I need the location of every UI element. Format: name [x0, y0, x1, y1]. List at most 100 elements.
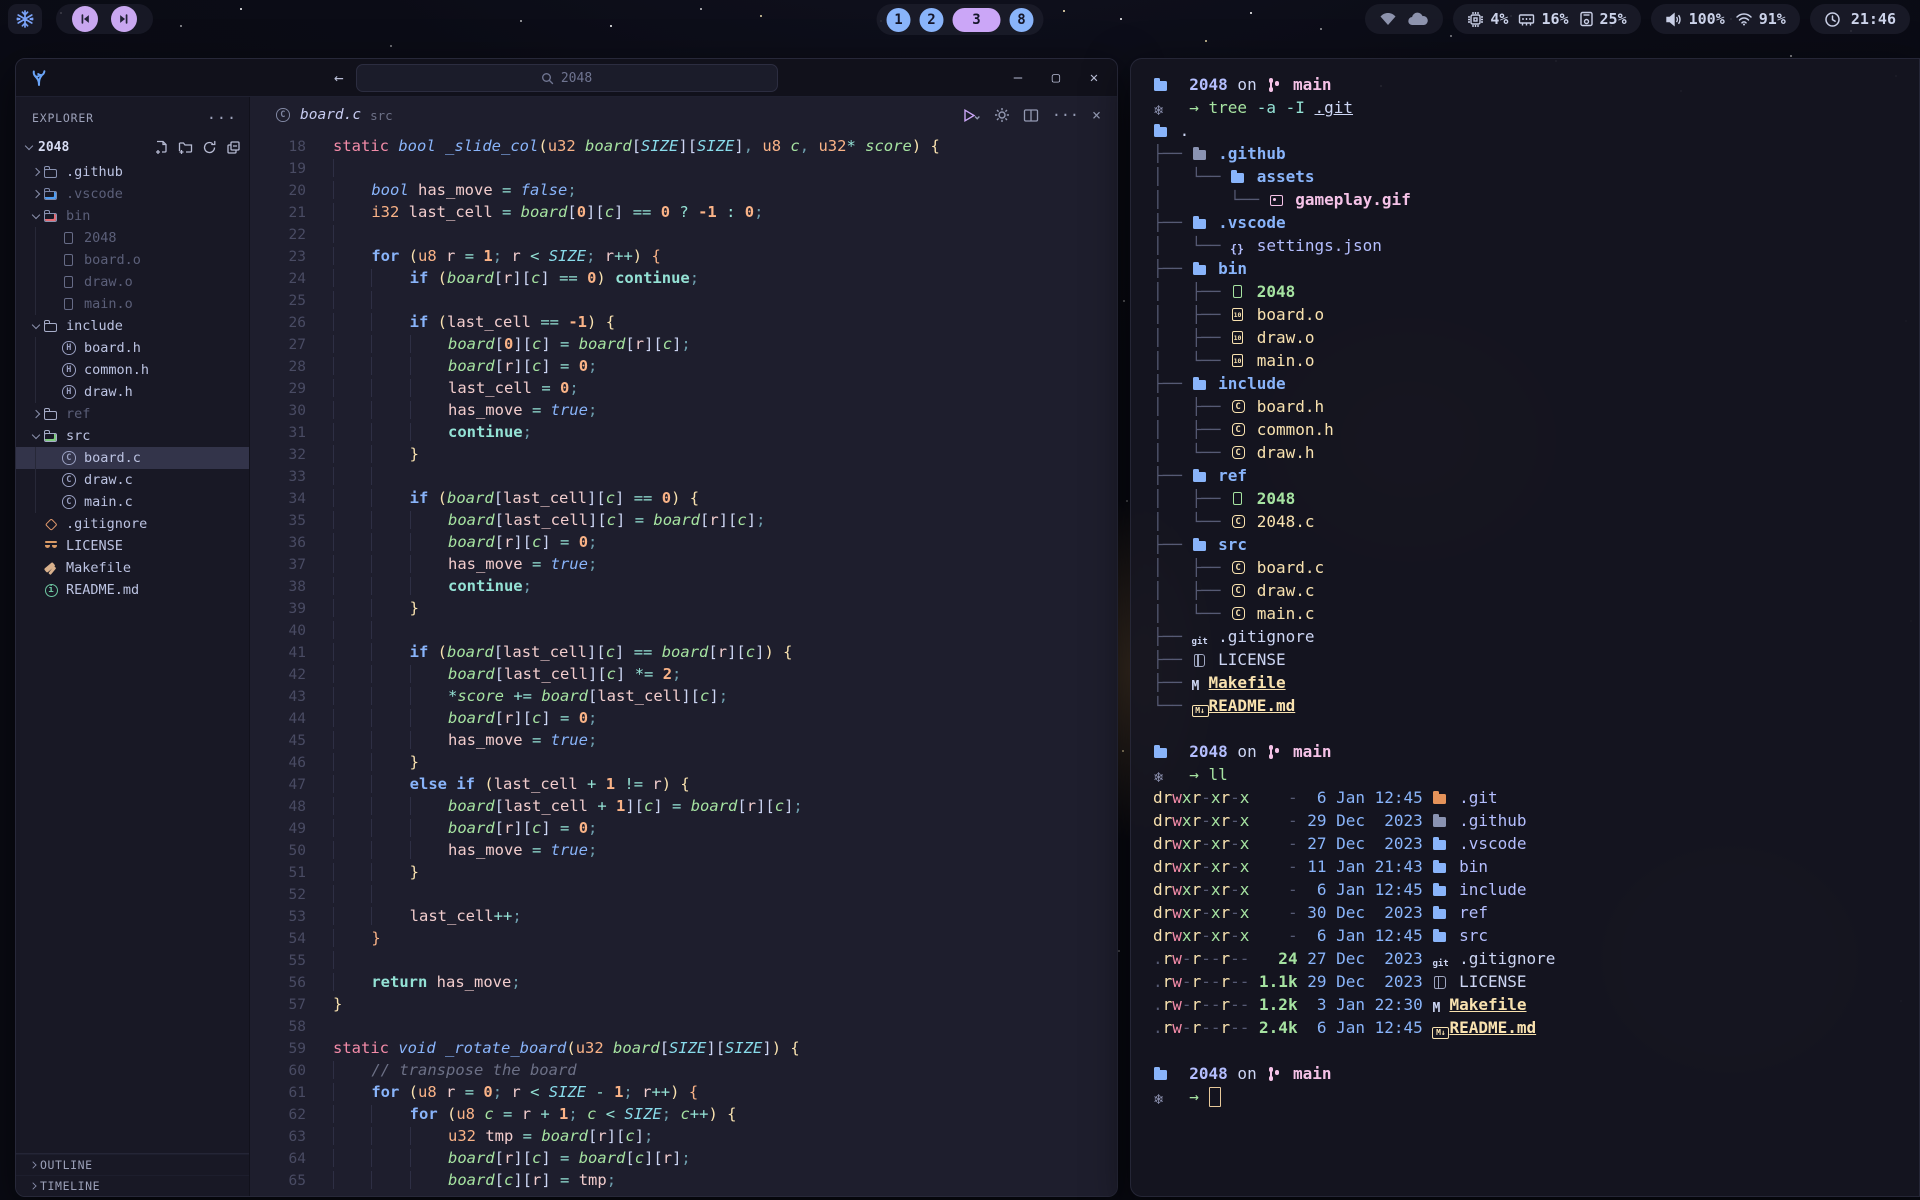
- code-line[interactable]: 27 board[0][c] = board[r][c];: [250, 333, 1117, 355]
- code-line[interactable]: 38 continue;: [250, 575, 1117, 597]
- collapse-all-button[interactable]: [226, 140, 241, 155]
- code-line[interactable]: 56 return has_move;: [250, 971, 1117, 993]
- code-line[interactable]: 60 // transpose the board: [250, 1059, 1117, 1081]
- code-line[interactable]: 64 board[r][c] = board[c][r];: [250, 1147, 1117, 1169]
- code-line[interactable]: 57}: [250, 993, 1117, 1015]
- file-row[interactable]: bin: [16, 205, 249, 227]
- code-line[interactable]: 48 board[last_cell + 1][c] = board[r][c]…: [250, 795, 1117, 817]
- code-area[interactable]: 18static bool _slide_col(u32 board[SIZE]…: [250, 133, 1117, 1196]
- code-line[interactable]: 51 }: [250, 861, 1117, 883]
- media-prev-button[interactable]: [72, 6, 98, 32]
- file-row[interactable]: board.h: [16, 337, 249, 359]
- code-line[interactable]: 22: [250, 223, 1117, 245]
- workspace-button[interactable]: 2: [920, 8, 944, 32]
- code-line[interactable]: 65 board[c][r] = tmp;: [250, 1169, 1117, 1191]
- file-row[interactable]: board.o: [16, 249, 249, 271]
- close-button[interactable]: ✕: [1087, 70, 1101, 86]
- nix-logo-button[interactable]: [8, 4, 42, 34]
- outline-panel-header[interactable]: OUTLINE: [16, 1154, 249, 1175]
- split-editor-button[interactable]: [1023, 108, 1039, 123]
- code-line[interactable]: 62 for (u8 c = r + 1; c < SIZE; c++) {: [250, 1103, 1117, 1125]
- code-line[interactable]: 52: [250, 883, 1117, 905]
- file-row[interactable]: .gitignore: [16, 513, 249, 535]
- code-line[interactable]: 18static bool _slide_col(u32 board[SIZE]…: [250, 135, 1117, 157]
- minimize-button[interactable]: —: [1011, 70, 1025, 86]
- code-line[interactable]: 53 last_cell++;: [250, 905, 1117, 927]
- code-line[interactable]: 50 has_move = true;: [250, 839, 1117, 861]
- workspace-button[interactable]: 8: [1010, 8, 1034, 32]
- new-file-button[interactable]: [154, 140, 169, 155]
- file-row[interactable]: draw.c: [16, 469, 249, 491]
- code-line[interactable]: 63 u32 tmp = board[r][c];: [250, 1125, 1117, 1147]
- code-line[interactable]: 23 for (u8 r = 1; r < SIZE; r++) {: [250, 245, 1117, 267]
- workspace-button[interactable]: 3: [953, 8, 1001, 32]
- timeline-panel-header[interactable]: TIMELINE: [16, 1175, 249, 1196]
- code-line[interactable]: 43 *score += board[last_cell][c];: [250, 685, 1117, 707]
- file-row[interactable]: draw.h: [16, 381, 249, 403]
- system-stats-widget[interactable]: 4% 16% 25%: [1453, 4, 1640, 34]
- more-actions-button[interactable]: ···: [1052, 106, 1079, 124]
- maximize-button[interactable]: ▢: [1049, 70, 1063, 86]
- code-line[interactable]: 35 board[last_cell][c] = board[r][c];: [250, 509, 1117, 531]
- file-row[interactable]: .github: [16, 161, 249, 183]
- code-line[interactable]: 30 has_move = true;: [250, 399, 1117, 421]
- code-line[interactable]: 32 }: [250, 443, 1117, 465]
- file-row[interactable]: main.o: [16, 293, 249, 315]
- command-center-search[interactable]: 2048: [356, 64, 778, 92]
- file-row[interactable]: Makefile: [16, 557, 249, 579]
- code-line[interactable]: 61 for (u8 r = 0; r < SIZE - 1; r++) {: [250, 1081, 1117, 1103]
- clock-widget[interactable]: 21:46: [1810, 4, 1910, 34]
- code-line[interactable]: 21 i32 last_cell = board[0][c] == 0 ? -1…: [250, 201, 1117, 223]
- code-line[interactable]: 41 if (board[last_cell][c] == board[r][c…: [250, 641, 1117, 663]
- file-row[interactable]: README.md: [16, 579, 249, 601]
- code-line[interactable]: 39 }: [250, 597, 1117, 619]
- file-row[interactable]: main.c: [16, 491, 249, 513]
- new-folder-button[interactable]: [178, 140, 193, 155]
- explorer-root-header[interactable]: 2048: [16, 135, 249, 159]
- refresh-button[interactable]: [202, 140, 217, 155]
- file-row[interactable]: ref: [16, 403, 249, 425]
- code-line[interactable]: 33: [250, 465, 1117, 487]
- terminal-window[interactable]: 2048 on main → tree -a -I .git .├── .git…: [1130, 58, 1920, 1197]
- code-line[interactable]: 49 board[r][c] = 0;: [250, 817, 1117, 839]
- file-row[interactable]: include: [16, 315, 249, 337]
- file-row[interactable]: LICENSE: [16, 535, 249, 557]
- code-line[interactable]: 46 }: [250, 751, 1117, 773]
- code-line[interactable]: 36 board[r][c] = 0;: [250, 531, 1117, 553]
- file-row[interactable]: src: [16, 425, 249, 447]
- code-line[interactable]: 19: [250, 157, 1117, 179]
- code-line[interactable]: 37 has_move = true;: [250, 553, 1117, 575]
- code-line[interactable]: 55: [250, 949, 1117, 971]
- code-line[interactable]: 47 else if (last_cell + 1 != r) {: [250, 773, 1117, 795]
- code-line[interactable]: 40: [250, 619, 1117, 641]
- code-line[interactable]: 42 board[last_cell][c] *= 2;: [250, 663, 1117, 685]
- file-row[interactable]: board.c: [16, 447, 249, 469]
- run-button[interactable]: [962, 108, 981, 123]
- tab-filename[interactable]: board.c: [300, 107, 361, 123]
- code-line[interactable]: 29 last_cell = 0;: [250, 377, 1117, 399]
- code-line[interactable]: 45 has_move = true;: [250, 729, 1117, 751]
- media-next-button[interactable]: [111, 6, 137, 32]
- explorer-more-button[interactable]: ···: [207, 109, 237, 127]
- file-row[interactable]: .vscode: [16, 183, 249, 205]
- settings-gear-button[interactable]: [994, 107, 1010, 123]
- code-line[interactable]: 26 if (last_cell == -1) {: [250, 311, 1117, 333]
- code-line[interactable]: 24 if (board[r][c] == 0) continue;: [250, 267, 1117, 289]
- file-row[interactable]: 2048: [16, 227, 249, 249]
- code-line[interactable]: 25: [250, 289, 1117, 311]
- code-line[interactable]: 28 board[r][c] = 0;: [250, 355, 1117, 377]
- network-widget[interactable]: [1365, 4, 1443, 34]
- code-line[interactable]: 31 continue;: [250, 421, 1117, 443]
- close-tab-button[interactable]: ×: [1092, 106, 1101, 124]
- code-line[interactable]: 54 }: [250, 927, 1117, 949]
- workspace-button[interactable]: 1: [887, 8, 911, 32]
- code-line[interactable]: 59static void _rotate_board(u32 board[SI…: [250, 1037, 1117, 1059]
- nav-back-button[interactable]: ←: [334, 68, 344, 87]
- volume-network-widget[interactable]: 100% 91%: [1651, 4, 1800, 34]
- file-row[interactable]: draw.o: [16, 271, 249, 293]
- code-line[interactable]: 44 board[r][c] = 0;: [250, 707, 1117, 729]
- file-row[interactable]: common.h: [16, 359, 249, 381]
- code-line[interactable]: 58: [250, 1015, 1117, 1037]
- code-line[interactable]: 20 bool has_move = false;: [250, 179, 1117, 201]
- code-line[interactable]: 34 if (board[last_cell][c] == 0) {: [250, 487, 1117, 509]
